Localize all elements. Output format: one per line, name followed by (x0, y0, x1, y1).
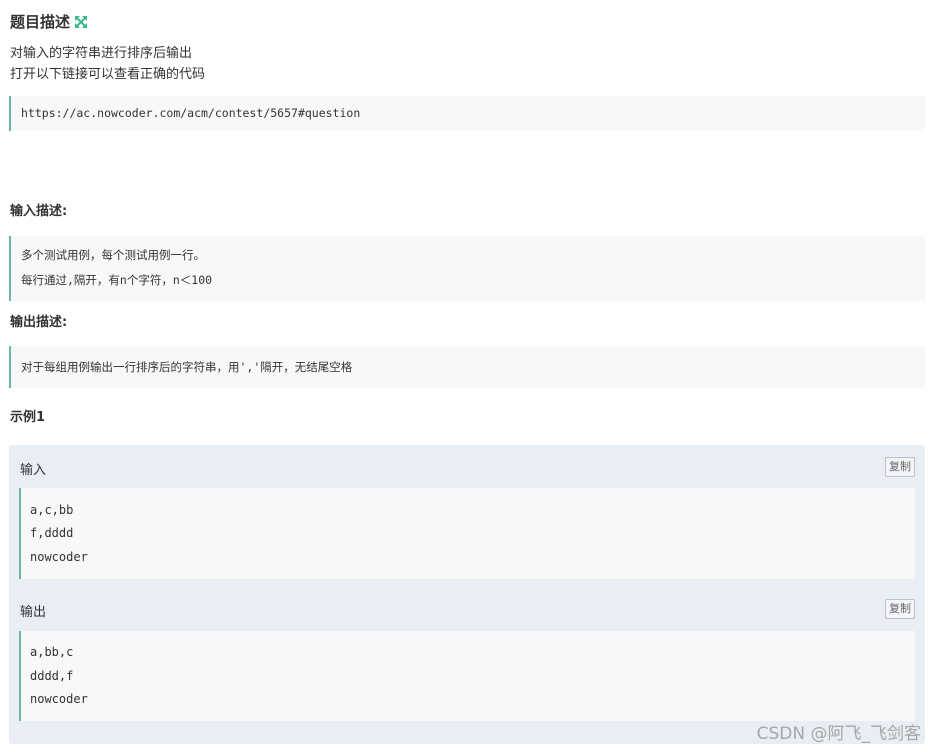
code-line: dddd,f (30, 669, 74, 683)
input-description-heading: 输入描述: (10, 204, 68, 219)
example-input-code: a,c,bb f,dddd nowcoder (19, 488, 915, 579)
output-description-line: 对于每组用例输出一行排序后的字符串，用','隔开，无结尾空格 (21, 360, 353, 374)
code-line: a,c,bb (30, 503, 74, 517)
solution-link[interactable]: https://ac.nowcoder.com/acm/contest/5657… (21, 106, 360, 120)
page-title: 题目描述 (10, 13, 71, 31)
example-panel: 输入 复制 a,c,bb f,dddd nowcoder 输出 复制 a,bb,… (9, 445, 925, 744)
code-line: nowcoder (30, 550, 88, 564)
description-line: 打开以下链接可以查看正确的代码 (10, 67, 206, 82)
input-description-line: 多个测试用例，每个测试用例一行。 (21, 248, 205, 262)
problem-header: 题目描述 (10, 11, 88, 33)
link-code-block: https://ac.nowcoder.com/acm/contest/5657… (9, 96, 925, 131)
example-output-label: 输出 (20, 605, 47, 620)
description-line: 对输入的字符串进行排序后输出 (10, 46, 193, 61)
copy-output-button[interactable]: 复制 (885, 599, 915, 619)
copy-input-button[interactable]: 复制 (885, 457, 915, 477)
output-description-heading: 输出描述: (10, 315, 68, 330)
code-line: f,dddd (30, 526, 74, 540)
input-description-line: 每行通过,隔开，有n个字符，n＜100 (21, 273, 213, 287)
code-line: nowcoder (30, 692, 88, 706)
example-heading: 示例1 (10, 410, 46, 425)
input-description-block: 多个测试用例，每个测试用例一行。 每行通过,隔开，有n个字符，n＜100 (9, 236, 925, 301)
watermark: CSDN @阿飞_飞剑客 (756, 724, 921, 744)
example-input-label: 输入 (20, 463, 47, 478)
example-output-code: a,bb,c dddd,f nowcoder (19, 631, 915, 721)
code-line: a,bb,c (30, 645, 74, 659)
output-description-block: 对于每组用例输出一行排序后的字符串，用','隔开，无结尾空格 (9, 346, 925, 388)
expand-icon[interactable] (74, 15, 88, 29)
